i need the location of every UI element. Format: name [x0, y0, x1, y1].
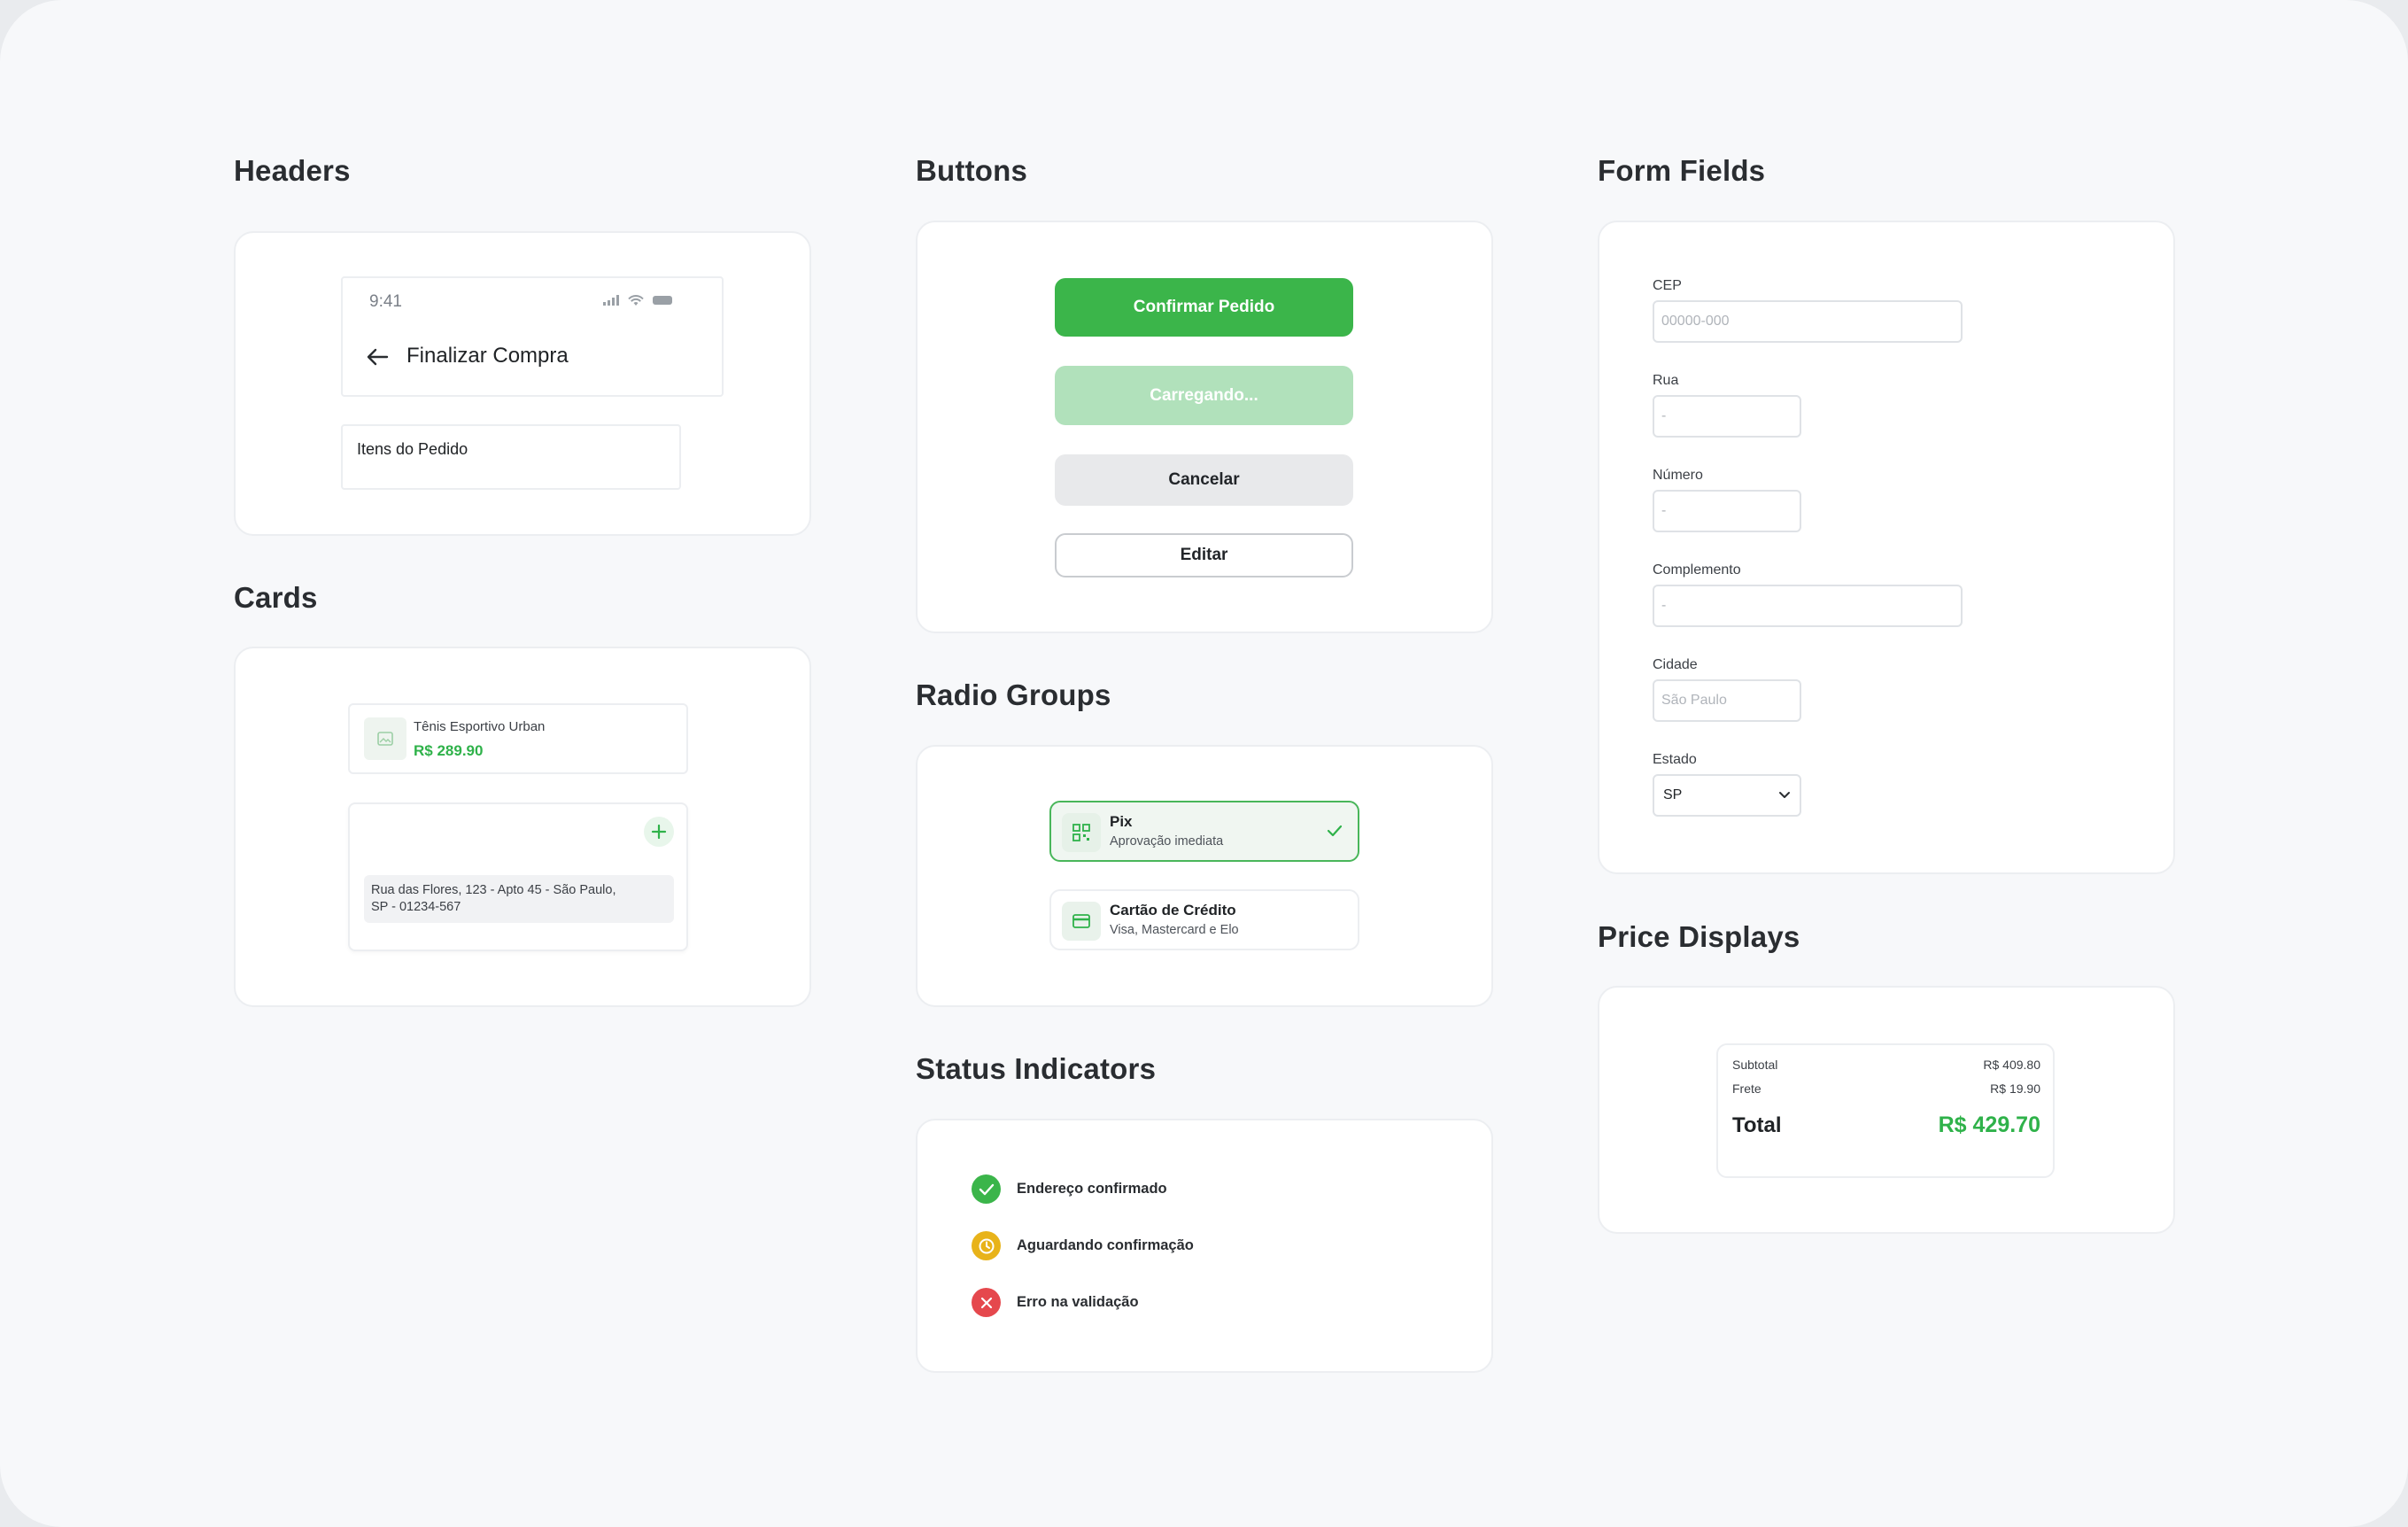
section-title-headers: Headers: [234, 154, 351, 187]
radio-option-pix[interactable]: Pix Aprovação imediata: [1049, 801, 1359, 862]
cidade-label: Cidade: [1653, 657, 1698, 672]
design-system-board: Headers 9:41 Finalizar Compra Itens do P…: [0, 0, 2408, 1527]
status-label-confirmed: Endereço confirmado: [1017, 1181, 1167, 1197]
cidade-input[interactable]: [1653, 679, 1801, 722]
check-icon: [1326, 824, 1343, 842]
numero-input[interactable]: [1653, 490, 1801, 532]
radio-pix-subtitle: Aprovação imediata: [1110, 834, 1224, 849]
back-arrow-icon[interactable]: [366, 347, 389, 371]
loading-button[interactable]: Carregando...: [1055, 366, 1353, 425]
section-title-price-displays: Price Displays: [1598, 920, 1800, 953]
header-title: Finalizar Compra: [406, 344, 569, 368]
address-text: Rua das Flores, 123 - Apto 45 - São Paul…: [364, 875, 674, 923]
wifi-icon: [628, 295, 644, 306]
subtotal-value: R$ 409.80: [1983, 1058, 2040, 1072]
status-label-error: Erro na validação: [1017, 1294, 1139, 1310]
signal-icon: [603, 295, 619, 306]
estado-select[interactable]: SP: [1653, 774, 1801, 817]
address-line-2: SP - 01234-567: [371, 900, 461, 914]
status-icons: [603, 295, 672, 306]
status-time: 9:41: [369, 292, 402, 311]
qr-code-icon: [1062, 813, 1101, 852]
subtotal-label: Subtotal: [1732, 1058, 1778, 1072]
frete-label: Frete: [1732, 1081, 1761, 1096]
cep-label: CEP: [1653, 278, 1682, 293]
radio-option-credit-card[interactable]: Cartão de Crédito Visa, Mastercard e Elo: [1049, 889, 1359, 950]
cep-input[interactable]: [1653, 300, 1963, 343]
frete-value: R$ 19.90: [1990, 1081, 2040, 1096]
rua-input[interactable]: [1653, 395, 1801, 438]
numero-label: Número: [1653, 468, 1703, 483]
section-title-radio-groups: Radio Groups: [916, 678, 1111, 711]
status-item-error: Erro na validação: [972, 1288, 1139, 1317]
check-circle-icon: [972, 1174, 1001, 1204]
estado-value: SP: [1663, 787, 1683, 802]
complemento-label: Complemento: [1653, 562, 1741, 577]
plus-icon: [651, 824, 667, 840]
section-header-items: Itens do Pedido: [341, 424, 681, 490]
image-placeholder-icon: [364, 717, 406, 760]
status-item-waiting: Aguardando confirmação: [972, 1231, 1194, 1260]
radio-card-subtitle: Visa, Mastercard e Elo: [1110, 923, 1239, 937]
address-card: Rua das Flores, 123 - Apto 45 - São Paul…: [348, 802, 688, 951]
status-item-confirmed: Endereço confirmado: [972, 1174, 1167, 1204]
complemento-input[interactable]: [1653, 585, 1963, 627]
total-label: Total: [1732, 1113, 1782, 1137]
section-title-buttons: Buttons: [916, 154, 1028, 187]
subtotal-row: Subtotal R$ 409.80: [1732, 1058, 2040, 1072]
radio-pix-title: Pix: [1110, 813, 1133, 830]
section-title-status-indicators: Status Indicators: [916, 1052, 1157, 1085]
cancel-button[interactable]: Cancelar: [1055, 454, 1353, 506]
total-value: R$ 429.70: [1938, 1112, 2040, 1137]
chevron-down-icon: [1779, 792, 1790, 798]
product-card[interactable]: Tênis Esportivo Urban R$ 289.90: [348, 703, 688, 774]
battery-icon: [653, 296, 672, 305]
frete-row: Frete R$ 19.90: [1732, 1081, 2040, 1096]
items-header-label: Itens do Pedido: [357, 440, 468, 458]
price-summary: Subtotal R$ 409.80 Frete R$ 19.90 Total …: [1716, 1043, 2055, 1178]
section-title-cards: Cards: [234, 581, 318, 614]
radio-card-title: Cartão de Crédito: [1110, 902, 1236, 919]
confirm-order-button[interactable]: Confirmar Pedido: [1055, 278, 1353, 337]
total-row: Total R$ 429.70: [1732, 1112, 2040, 1138]
rua-label: Rua: [1653, 373, 1679, 388]
app-header: 9:41 Finalizar Compra: [341, 276, 724, 397]
edit-button[interactable]: Editar: [1055, 533, 1353, 577]
product-name: Tênis Esportivo Urban: [414, 719, 546, 734]
x-circle-icon: [972, 1288, 1001, 1317]
product-price: R$ 289.90: [414, 742, 484, 759]
radio-groups-panel: [916, 745, 1493, 1007]
clock-icon: [972, 1231, 1001, 1260]
add-button[interactable]: [644, 817, 674, 847]
address-line-1: Rua das Flores, 123 - Apto 45 - São Paul…: [371, 883, 616, 897]
status-label-waiting: Aguardando confirmação: [1017, 1237, 1194, 1253]
estado-label: Estado: [1653, 752, 1697, 767]
section-title-form-fields: Form Fields: [1598, 154, 1766, 187]
credit-card-icon: [1062, 902, 1101, 941]
